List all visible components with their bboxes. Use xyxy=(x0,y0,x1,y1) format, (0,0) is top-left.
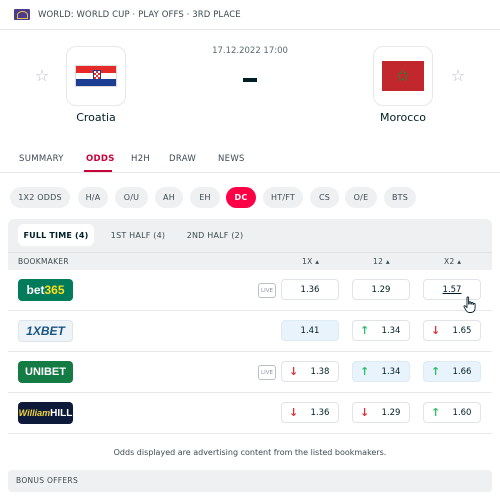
odds-value: 1.41 xyxy=(300,326,320,336)
odds-value: 1.60 xyxy=(452,408,472,418)
tab-summary[interactable]: SUMMARY xyxy=(19,154,64,164)
period-first-half[interactable]: 1ST HALF (4) xyxy=(104,224,172,246)
odds-cell[interactable]: ↑ 1.66 xyxy=(423,361,481,382)
period-selector: FULL TIME (4) 1ST HALF (4) 2ND HALF (2) xyxy=(8,219,492,252)
period-full-time[interactable]: FULL TIME (4) xyxy=(18,224,94,246)
home-team-logo[interactable] xyxy=(66,46,126,106)
odds-value: 1.34 xyxy=(381,326,401,336)
tab-news[interactable]: NEWS xyxy=(218,154,245,164)
market-chip-1x2[interactable]: 1X2 ODDS xyxy=(10,187,70,208)
morocco-flag-icon: ✩ xyxy=(382,61,424,91)
table-row: 1XBET 1.41 ↑ 1.34 ↓ 1.65 xyxy=(8,311,492,352)
tab-h2h[interactable]: H2H xyxy=(131,154,150,164)
away-team-name[interactable]: Morocco xyxy=(358,111,448,124)
table-row: bet 365 LIVE 1.36 1.29 1.57 xyxy=(8,270,492,311)
market-chip-cs[interactable]: CS xyxy=(310,187,339,208)
live-badge: LIVE xyxy=(258,365,276,380)
odds-cell[interactable]: 1.41 xyxy=(281,320,339,341)
hand-cursor-icon xyxy=(463,296,476,313)
bonus-offers-section: BONUS OFFERS xyxy=(8,470,492,492)
market-chip-ha[interactable]: H/A xyxy=(78,187,108,208)
column-1x-sort[interactable]: 1X ▴ xyxy=(302,257,319,266)
odds-value: 1.36 xyxy=(310,408,330,418)
match-tabs: SUMMARY ODDS H2H DRAW NEWS xyxy=(0,148,500,173)
bonus-offers-title: BONUS OFFERS xyxy=(16,476,79,485)
world-flag-icon xyxy=(14,9,30,20)
odds-value: 1.34 xyxy=(381,367,401,377)
odds-disclaimer: Odds displayed are advertising content f… xyxy=(113,448,387,457)
odds-value: 1.29 xyxy=(381,408,401,418)
active-tab-indicator xyxy=(84,170,112,172)
odds-cell[interactable]: ↑ 1.34 xyxy=(352,361,410,382)
bookmaker-logo-unibet[interactable]: UNIBET xyxy=(18,361,73,383)
bookmaker-column-header: BOOKMAKER xyxy=(18,257,69,266)
home-team-name[interactable]: Croatia xyxy=(51,111,141,124)
bookmaker-logo-bet365[interactable]: bet 365 xyxy=(18,279,73,301)
market-chip-ou[interactable]: O/U xyxy=(115,187,148,208)
period-second-half[interactable]: 2ND HALF (2) xyxy=(180,224,250,246)
bookmaker-logo-william-hill[interactable]: William HILL xyxy=(18,402,73,424)
odds-table-header: BOOKMAKER 1X ▴ 12 ▴ X2 ▴ xyxy=(8,252,492,270)
table-row: UNIBET LIVE ↓ 1.38 ↑ 1.34 ↑ 1.66 xyxy=(8,352,492,393)
odds-value: 1.65 xyxy=(452,326,472,336)
odds-cell[interactable]: 1.36 xyxy=(281,279,339,300)
away-team-logo[interactable]: ✩ xyxy=(373,46,433,106)
market-chip-htft[interactable]: HT/FT xyxy=(263,187,303,208)
column-x2-sort[interactable]: X2 ▴ xyxy=(444,257,461,266)
competition-header[interactable]: WORLD: WORLD CUP · PLAY OFFS · 3RD PLACE xyxy=(0,0,500,30)
odds-value: 1.66 xyxy=(452,367,472,377)
bookmaker-logo-1xbet[interactable]: 1XBET xyxy=(18,320,73,342)
odds-cell[interactable]: ↓ 1.29 xyxy=(352,402,410,423)
croatia-flag-icon xyxy=(75,65,117,87)
away-favorite-star-icon[interactable]: ☆ xyxy=(450,68,466,84)
market-chip-ah[interactable]: AH xyxy=(155,187,183,208)
odds-value: 1.38 xyxy=(310,367,330,377)
market-chip-bts[interactable]: BTS xyxy=(384,187,416,208)
market-chip-oe[interactable]: O/E xyxy=(345,187,377,208)
odds-value: 1.36 xyxy=(300,285,320,295)
odds-value: 1.29 xyxy=(371,285,391,295)
odds-cell[interactable]: ↓ 1.38 xyxy=(281,361,339,382)
home-favorite-star-icon[interactable]: ☆ xyxy=(34,68,50,84)
match-score xyxy=(243,78,257,82)
competition-title[interactable]: WORLD: WORLD CUP · PLAY OFFS · 3RD PLACE xyxy=(38,10,241,20)
live-badge: LIVE xyxy=(258,283,276,298)
odds-cell[interactable]: 1.29 xyxy=(352,279,410,300)
odds-cell[interactable]: ↑ 1.34 xyxy=(352,320,410,341)
match-header: 17.12.2022 17:00 ☆ Croatia ✩ Morocco ☆ xyxy=(0,30,500,140)
odds-cell[interactable]: ↑ 1.60 xyxy=(423,402,481,423)
column-12-sort[interactable]: 12 ▴ xyxy=(373,257,390,266)
odds-cell[interactable]: ↓ 1.65 xyxy=(423,320,481,341)
market-chip-eh[interactable]: EH xyxy=(190,187,220,208)
table-row: William HILL ↓ 1.36 ↓ 1.29 ↑ 1.60 xyxy=(8,393,492,434)
odds-cell[interactable]: ↓ 1.36 xyxy=(281,402,339,423)
odds-value: 1.57 xyxy=(442,285,462,295)
tab-odds[interactable]: ODDS xyxy=(86,154,115,164)
market-chip-dc[interactable]: DC xyxy=(226,187,256,208)
tab-draw[interactable]: DRAW xyxy=(169,154,196,164)
